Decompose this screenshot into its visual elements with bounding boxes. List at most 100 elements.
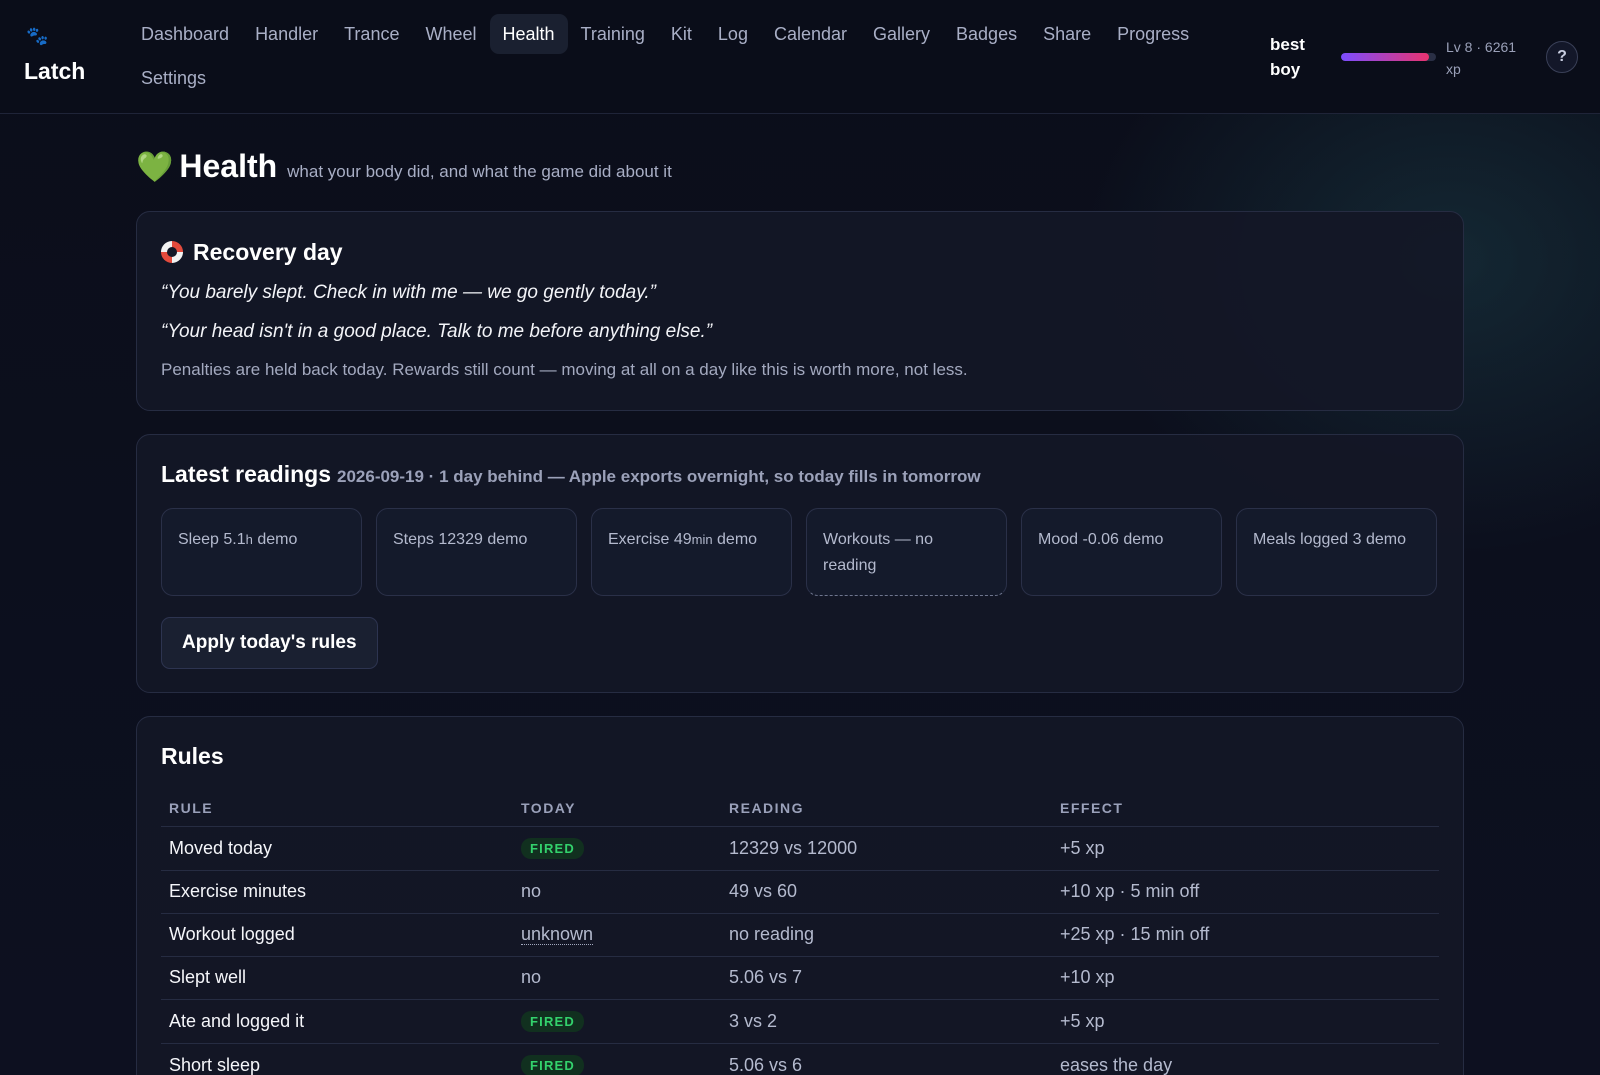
rule-effect: +5 xp	[1060, 1010, 1105, 1031]
rule-effect: +5 xp	[1060, 837, 1105, 858]
column-header-reading: READING	[721, 792, 1052, 827]
rule-effect: eases the day	[1060, 1054, 1173, 1075]
top-bar: 🐾 Latch Dashboard Handler Trance Wheel Healt…	[0, 0, 1600, 114]
reading-tile[interactable]: Sleep 5.1h demo	[161, 508, 362, 596]
reading-source: demo	[257, 531, 298, 548]
xp-progress-bar	[1341, 53, 1436, 61]
nav-item-gallery[interactable]: Gallery	[860, 14, 943, 54]
recovery-title: Recovery day	[193, 238, 343, 265]
reading-value: 49	[673, 531, 692, 548]
nav-item-trance[interactable]: Trance	[331, 14, 412, 54]
reading-tile[interactable]: Exercise 49min demo	[591, 508, 792, 596]
rule-reading: 3 vs 2	[729, 1010, 778, 1031]
rule-name: Moved today	[169, 837, 273, 858]
green-heart-icon: 💚	[136, 151, 174, 184]
reading-label: Mood	[1038, 531, 1079, 548]
rule-name: Slept well	[169, 967, 247, 987]
rule-reading: 5.06 vs 6	[729, 1054, 803, 1075]
nav-item-health[interactable]: Health	[489, 14, 568, 54]
nav-item-settings[interactable]: Settings	[128, 58, 219, 98]
column-header-today: TODAY	[513, 792, 721, 827]
nav-item-handler[interactable]: Handler	[242, 14, 331, 54]
table-row: Ate and logged it FIRED 3 vs 2 +5 xp	[161, 999, 1439, 1044]
status-badge: FIRED	[521, 1011, 584, 1032]
reading-tile[interactable]: Mood -0.06 demo	[1021, 508, 1222, 596]
table-row: Slept well no 5.06 vs 7 +10 xp	[161, 956, 1439, 1000]
reading-unit: min	[691, 532, 713, 547]
reading-value: 12329	[438, 531, 483, 548]
rule-reading: no reading	[729, 924, 815, 944]
reading-label: Steps	[393, 531, 434, 548]
app-name: Latch	[24, 58, 86, 84]
page-subtitle: what your body did, and what the game di…	[287, 162, 672, 181]
rules-title: Rules	[161, 743, 224, 769]
recovery-card: Recovery day “You barely slept. Check in…	[136, 211, 1464, 411]
reading-tile[interactable]: Steps 12329 demo	[376, 508, 577, 596]
user-name: best boy	[1270, 35, 1305, 79]
recovery-quote: “Your head isn't in a good place. Talk t…	[161, 321, 713, 342]
nav-item-kit[interactable]: Kit	[658, 14, 705, 54]
reading-value: 3	[1352, 531, 1362, 548]
rule-reading: 12329 vs 12000	[729, 837, 858, 858]
nav-item-calendar[interactable]: Calendar	[761, 14, 860, 54]
rule-effect: +10 xp	[1060, 967, 1115, 987]
table-row: Exercise minutes no 49 vs 60 +10 xp · 5 min…	[161, 870, 1439, 914]
brand[interactable]: 🐾 Latch	[24, 26, 114, 85]
reading-source: demo	[1365, 531, 1407, 548]
table-row: Workout logged unknown no reading +25 xp · …	[161, 913, 1439, 957]
status-badge: FIRED	[521, 1055, 584, 1075]
page-header: 💚 Health what your body did, and what th…	[136, 148, 1464, 188]
reading-value: -0.06	[1082, 531, 1119, 548]
apply-rules-button[interactable]: Apply today's rules	[161, 617, 378, 669]
reading-tiles: Sleep 5.1h demo Steps 12329 demo Exercise …	[161, 508, 1439, 596]
reading-tile[interactable]: Workouts — no reading	[806, 508, 1007, 596]
reading-label: Sleep	[178, 531, 219, 548]
table-header-row: RULE TODAY READING EFFECT	[161, 792, 1439, 827]
recovery-header: Recovery day	[161, 212, 1439, 266]
lifebuoy-icon	[161, 241, 183, 263]
paw-icon: 🐾	[26, 26, 49, 46]
rules-table: RULE TODAY READING EFFECT Moved today FIR…	[161, 792, 1439, 1075]
table-row: Moved today FIRED 12329 vs 12000 +5 xp	[161, 826, 1439, 871]
column-header-effect: EFFECT	[1052, 792, 1439, 827]
level-xp-readout: Lv 8 · 6261 xp	[1446, 39, 1517, 77]
nav-item-share[interactable]: Share	[1030, 14, 1104, 54]
page-title: Health	[179, 148, 278, 184]
rule-name: Workout logged	[169, 924, 295, 944]
today-status: no	[521, 967, 542, 987]
rule-name: Ate and logged it	[169, 1010, 305, 1031]
today-status: no	[521, 881, 542, 901]
nav-item-badges[interactable]: Badges	[943, 14, 1030, 54]
readings-title: Latest readings	[161, 461, 331, 487]
rules-card: Rules RULE TODAY READING EFFECT Moved to…	[136, 716, 1464, 1075]
reading-label: Meals logged	[1253, 531, 1349, 548]
readings-card: Latest readings 2026-09-19 · 1 day behin…	[136, 434, 1464, 693]
rule-name: Short sleep	[169, 1054, 261, 1075]
reading-tile[interactable]: Meals logged 3 demo	[1236, 508, 1437, 596]
rule-reading: 5.06 vs 7	[729, 967, 803, 987]
nav-item-dashboard[interactable]: Dashboard	[128, 14, 242, 54]
nav-item-training[interactable]: Training	[568, 14, 658, 54]
reading-label: Exercise	[608, 531, 670, 548]
rule-reading: 49 vs 60	[729, 881, 798, 901]
readings-header: Latest readings 2026-09-19 · 1 day behin…	[161, 435, 1439, 488]
rule-effect: +25 xp · 15 min off	[1060, 924, 1210, 944]
reading-source: demo	[717, 531, 758, 548]
rules-table-body: Moved today FIRED 12329 vs 12000 +5 xp Exerc…	[161, 826, 1439, 1075]
rule-effect: +10 xp · 5 min off	[1060, 881, 1200, 901]
help-button[interactable]: ?	[1546, 41, 1578, 73]
recovery-quote: “You barely slept. Check in with me — we…	[161, 282, 656, 303]
nav-item-log[interactable]: Log	[705, 14, 761, 54]
main-content: 💚 Health what your body did, and what th…	[136, 148, 1464, 1075]
xp-progress-fill	[1341, 53, 1430, 61]
reading-value: 5.1	[223, 531, 246, 548]
table-row: Short sleep FIRED 5.06 vs 6 eases the day	[161, 1043, 1439, 1075]
reading-source: demo	[1123, 531, 1164, 548]
main-nav: Dashboard Handler Trance Wheel Health Trainin…	[128, 14, 1238, 98]
nav-item-wheel[interactable]: Wheel	[412, 14, 489, 54]
reading-label: Workouts — no reading	[823, 531, 933, 574]
nav-item-progress[interactable]: Progress	[1104, 14, 1202, 54]
readings-subtitle: 2026-09-19 · 1 day behind — Apple export…	[337, 467, 981, 486]
rule-name: Exercise minutes	[169, 881, 307, 901]
today-status[interactable]: unknown	[521, 924, 594, 945]
